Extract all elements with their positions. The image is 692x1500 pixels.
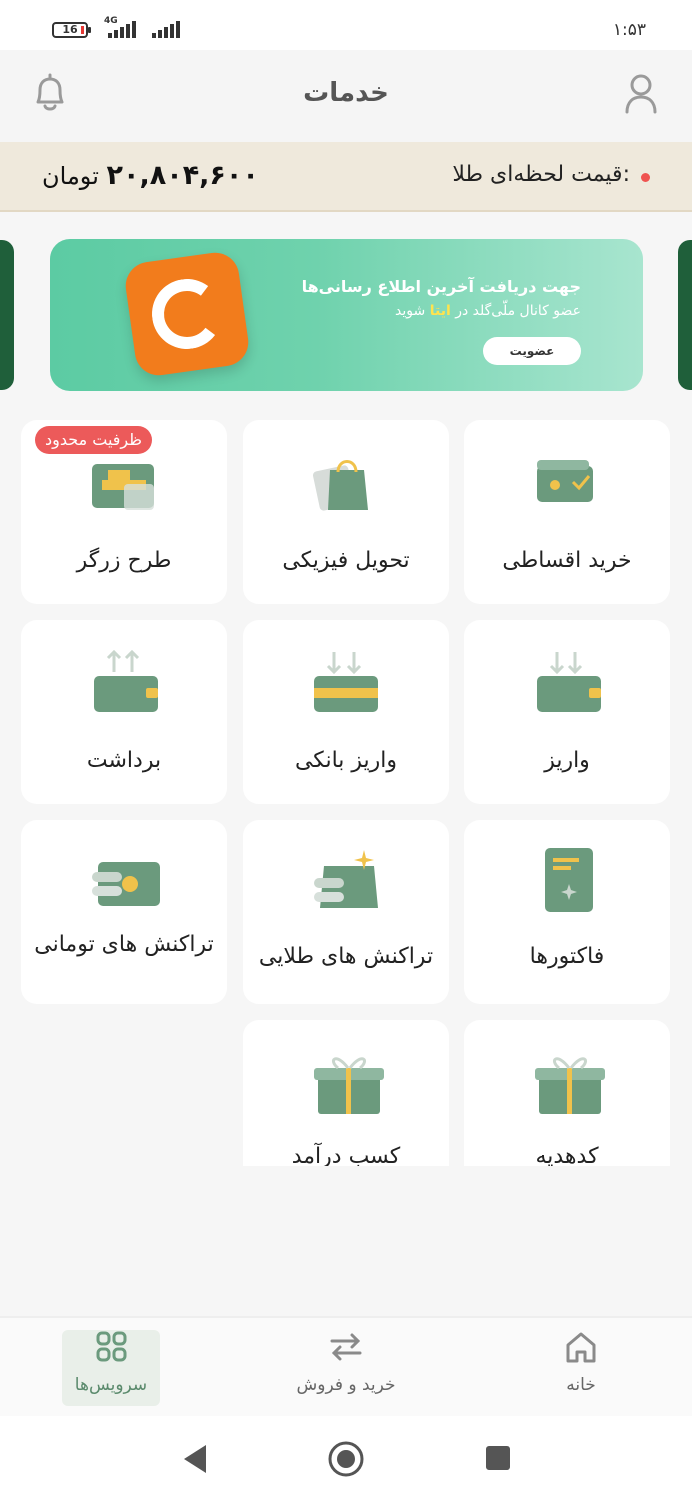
app-header: خدمات <box>0 50 692 142</box>
service-label: فاکتورها <box>529 944 605 969</box>
battery-indicator: 16 <box>52 22 91 38</box>
gold-price-bar: قیمت لحظه‌ای طلا: ۲۰,۸۰۴,۶۰۰ تومان <box>0 142 692 212</box>
gift-icon <box>243 1046 449 1116</box>
banner-subtext-highlight: ایتا <box>429 303 451 319</box>
nav-home[interactable]: خانه <box>521 1330 641 1395</box>
system-navigation <box>0 1416 692 1500</box>
invoice-icon <box>464 846 670 916</box>
swap-arrows-icon <box>330 1333 362 1361</box>
shopping-bag-icon <box>243 446 449 516</box>
recents-icon[interactable] <box>484 1444 512 1472</box>
banner-headline: جهت دریافت آخرین اطلاع رسانی‌ها <box>301 277 581 296</box>
nav-trade-label: خرید و فروش <box>296 1375 396 1395</box>
service-label: کسب درآمد <box>291 1144 401 1166</box>
back-icon[interactable] <box>180 1442 210 1476</box>
service-bank-deposit[interactable]: واریز بانکی <box>243 620 449 804</box>
gift-icon <box>464 1046 670 1116</box>
gold-price-label: قیمت لحظه‌ای طلا: <box>452 162 630 187</box>
gold-price-unit: تومان <box>42 162 99 190</box>
banner-subtext-post: شوید <box>395 303 430 319</box>
bank-deposit-icon <box>243 646 449 716</box>
service-label: طرح زرگر <box>76 548 172 573</box>
service-deposit[interactable]: واریز <box>464 620 670 804</box>
banner-subtext: عضو کانال ملّی‌گلد در ایتا شوید <box>395 303 581 319</box>
signal-icon <box>108 21 136 38</box>
limited-capacity-badge: ظرفیت محدود <box>35 426 152 454</box>
withdraw-wallet-icon <box>21 646 227 716</box>
service-label: واریز <box>544 748 590 773</box>
service-label: کدهدیه <box>535 1144 599 1166</box>
banner-subtext-pre: عضو کانال ملّی‌گلد در <box>450 303 581 319</box>
service-label: تراکنش های تومانی <box>34 932 214 957</box>
service-earn-income[interactable]: کسب درآمد <box>243 1020 449 1166</box>
gold-bars-icon <box>21 446 227 516</box>
home-circle-icon[interactable] <box>327 1440 365 1478</box>
nav-home-label: خانه <box>566 1375 596 1395</box>
gold-transactions-icon <box>243 846 449 916</box>
installment-wallet-icon <box>464 446 670 516</box>
status-bar: 16 4G ۱:۵۳ <box>0 0 692 50</box>
gold-price-value: ۲۰,۸۰۴,۶۰۰ تومان <box>42 160 259 191</box>
service-label: تراکنش های طلایی <box>258 944 434 969</box>
service-toman-transactions[interactable]: تراکنش های تومانی <box>21 820 227 1004</box>
service-label: تحویل فیزیکی <box>282 548 410 573</box>
service-label: برداشت <box>86 748 162 773</box>
service-invoices[interactable]: فاکتورها <box>464 820 670 1004</box>
gold-price-number: ۲۰,۸۰۴,۶۰۰ <box>106 160 259 191</box>
nav-trade[interactable]: خرید و فروش <box>286 1330 406 1395</box>
service-gold-transactions[interactable]: تراکنش های طلایی <box>243 820 449 1004</box>
carousel-prev-slide[interactable] <box>0 240 14 390</box>
nav-services[interactable]: سرویس‌ها <box>62 1330 160 1406</box>
clock: ۱:۵۳ <box>612 20 646 40</box>
page-title: خدمات <box>303 78 389 108</box>
service-gift-code[interactable]: کدهدیه <box>464 1020 670 1166</box>
grid-icon <box>96 1331 127 1362</box>
signal-icon <box>152 21 180 38</box>
battery-level: 16 <box>62 23 78 36</box>
deposit-wallet-icon <box>464 646 670 716</box>
live-dot-icon <box>641 173 650 182</box>
join-button[interactable]: عضویت <box>483 337 581 365</box>
nav-services-label: سرویس‌ها <box>74 1375 148 1395</box>
services-scroll-clip: کدهدیه کسب درآمد <box>0 1020 692 1166</box>
home-icon <box>566 1332 596 1363</box>
user-icon[interactable] <box>624 72 658 120</box>
eitaa-banner[interactable]: جهت دریافت آخرین اطلاع رسانی‌ها عضو کانا… <box>50 239 643 391</box>
carousel-next-slide[interactable] <box>678 240 692 390</box>
service-installment[interactable]: خرید اقساطی <box>464 420 670 604</box>
bottom-navigation: خانه خرید و فروش سرویس‌ها <box>0 1316 692 1418</box>
toman-transactions-icon <box>21 846 227 916</box>
eitaa-logo-icon <box>122 249 252 379</box>
service-label: خرید اقساطی <box>502 548 632 573</box>
service-label: واریز بانکی <box>294 748 398 773</box>
service-physical-delivery[interactable]: تحویل فیزیکی <box>243 420 449 604</box>
service-withdraw[interactable]: برداشت <box>21 620 227 804</box>
